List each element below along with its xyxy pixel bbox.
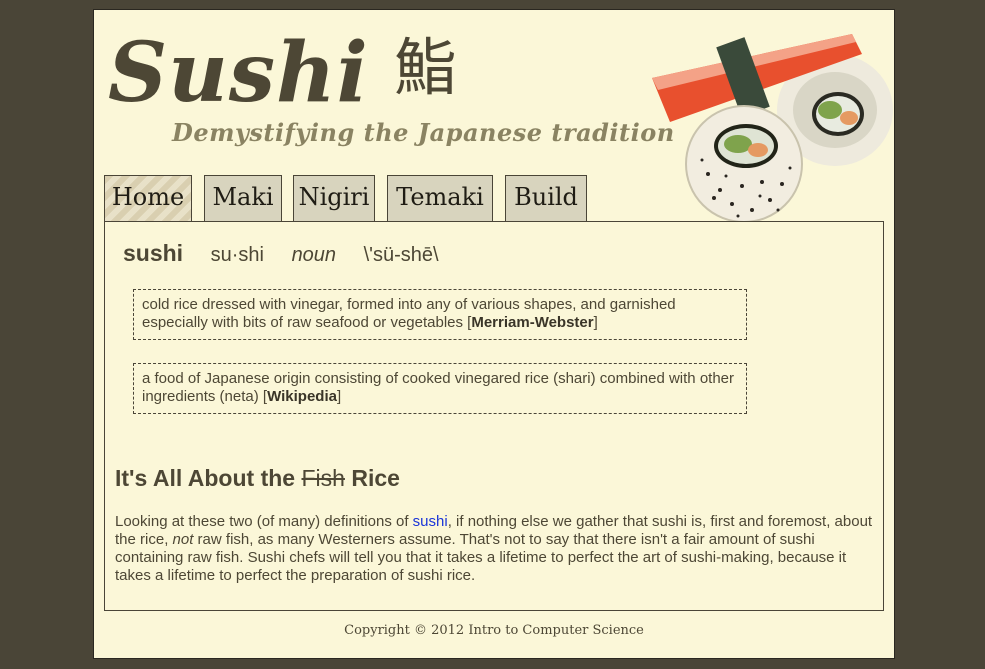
definition-syllables: su·shi (210, 244, 264, 266)
sushi-link[interactable]: sushi (413, 513, 448, 530)
heading-struck-word: Fish (301, 465, 345, 491)
definition-word: sushi (123, 240, 184, 266)
logo-kanji: 鮨 (394, 31, 457, 104)
definition-bracket: ] (336, 388, 342, 405)
footer-copyright: Copyright © 2012 Intro to Computer Scien… (344, 623, 644, 638)
dictionary-headline: sushi su·shi noun \'sü-shē\ (123, 240, 461, 267)
tab-home[interactable]: Home (104, 175, 192, 222)
definition-part-of-speech: noun (291, 244, 337, 266)
section-heading: It's All About the Fish Rice (115, 465, 400, 492)
tab-temaki[interactable]: Temaki (387, 175, 493, 221)
page-container: Sushi 鮨 Demystifying the Japanese tradit… (93, 9, 895, 659)
definition-box-wikipedia: a food of Japanese origin consisting of … (133, 363, 747, 414)
article-paragraph: Looking at these two (of many) definitio… (115, 513, 875, 585)
tab-build[interactable]: Build (505, 175, 587, 221)
sushi-roll-front (685, 105, 803, 223)
definition-source: Wikipedia (267, 388, 337, 405)
tab-maki[interactable]: Maki (204, 175, 282, 221)
definition-text: a food of Japanese origin consisting of … (142, 370, 735, 405)
main-content: sushi su·shi noun \'sü-shē\ cold rice dr… (104, 221, 884, 611)
heading-end: Rice (344, 465, 400, 491)
site-logo[interactable]: Sushi (108, 32, 369, 114)
paragraph-text: Looking at these two (of many) definitio… (115, 513, 413, 530)
definition-bracket: ] (593, 314, 598, 331)
heading-start: It's All About the (115, 465, 302, 491)
definition-pronunciation: \'sü-shē\ (363, 244, 439, 266)
paragraph-emphasis: not (172, 531, 194, 548)
definition-source: Merriam-Webster (471, 314, 594, 331)
sushi-image (652, 34, 893, 223)
paragraph-text: raw fish, as many Westerners assume. Tha… (115, 531, 847, 584)
site-tagline: Demystifying the Japanese tradition (172, 118, 675, 147)
definition-box-merriam-webster: cold rice dressed with vinegar, formed i… (133, 289, 747, 340)
tab-nigiri[interactable]: Nigiri (293, 175, 375, 221)
